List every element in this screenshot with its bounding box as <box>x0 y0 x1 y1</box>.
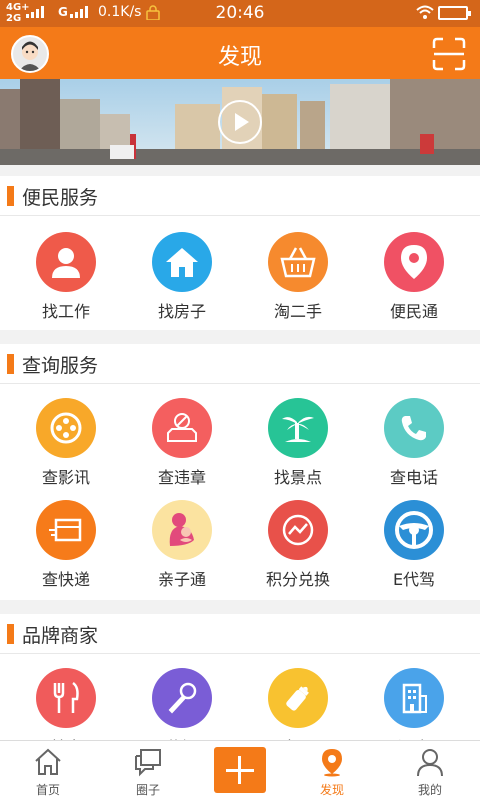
section-header: 便民服务 <box>0 176 480 216</box>
section-title: 便民服务 <box>22 187 99 209</box>
service-attractions[interactable]: 找景点 <box>238 398 358 498</box>
service-parent-child[interactable]: 亲子通 <box>122 500 242 600</box>
tab-label: 发现 <box>319 783 344 797</box>
section-brands: 品牌商家 美食 休闲 亲子 酒店 <box>0 614 480 740</box>
section-title: 查询服务 <box>22 355 99 377</box>
banner-video[interactable] <box>0 79 480 165</box>
brand-kids[interactable]: 亲子 <box>238 668 358 740</box>
service-find-house[interactable]: 找房子 <box>122 232 242 332</box>
delivery-box-icon <box>36 500 96 560</box>
add-post-button[interactable] <box>214 747 266 793</box>
section-accent-bar <box>7 354 14 374</box>
palm-tree-icon <box>268 398 328 458</box>
play-button[interactable] <box>218 100 262 144</box>
points-exchange-icon <box>268 500 328 560</box>
service-phone[interactable]: 查电话 <box>354 398 474 498</box>
service-label: 找景点 <box>273 468 322 487</box>
battery-icon <box>438 6 471 20</box>
clock: 20:46 <box>215 3 265 23</box>
service-express[interactable]: 查快递 <box>6 500 126 600</box>
steering-wheel-icon <box>384 500 444 560</box>
service-points[interactable]: 积分兑换 <box>238 500 358 600</box>
section-title: 品牌商家 <box>22 625 99 647</box>
app-header: 发现 <box>0 27 480 79</box>
service-movies[interactable]: 查影讯 <box>6 398 126 498</box>
service-label: 查快递 <box>41 570 90 589</box>
service-convenience[interactable]: 便民通 <box>354 232 474 332</box>
tab-discover[interactable]: 发现 <box>284 741 380 800</box>
service-label: 找工作 <box>41 302 90 321</box>
tab-label: 首页 <box>35 783 60 797</box>
car-violation-icon <box>152 398 212 458</box>
service-label: 查影讯 <box>41 468 90 487</box>
brand-food[interactable]: 美食 <box>6 668 126 740</box>
status-bar: 4G+ 2G G 0.1K/s 20:46 <box>0 0 480 27</box>
service-violations[interactable]: 查违章 <box>122 398 242 498</box>
section-accent-bar <box>7 624 14 644</box>
baby-bottle-icon <box>268 668 328 728</box>
discover-pin-icon <box>322 749 342 777</box>
service-label: E代驾 <box>392 570 436 589</box>
service-label: 查电话 <box>389 468 438 487</box>
section-header: 查询服务 <box>0 344 480 384</box>
section-query: 查询服务 查影讯 查违章 找景点 查电话 查快递 亲子通 积分兑换 E代驾 <box>0 344 480 600</box>
tab-label: 我的 <box>417 783 442 797</box>
service-label: 查违章 <box>157 468 206 487</box>
service-label: 找房子 <box>157 302 206 321</box>
location-pin-icon <box>384 232 444 292</box>
section-header: 品牌商家 <box>0 614 480 654</box>
service-find-job[interactable]: 找工作 <box>6 232 126 332</box>
building-icon <box>384 668 444 728</box>
service-label: 淘二手 <box>273 302 322 321</box>
scan-icon[interactable] <box>432 37 466 71</box>
tab-home[interactable]: 首页 <box>0 741 96 800</box>
wifi-icon <box>416 5 434 19</box>
phone-icon <box>384 398 444 458</box>
tab-label: 圈子 <box>135 783 160 797</box>
home-icon <box>35 748 61 775</box>
microphone-icon <box>152 668 212 728</box>
fork-knife-icon <box>36 668 96 728</box>
service-driver[interactable]: E代驾 <box>354 500 474 600</box>
bottom-tab-bar: 首页 圈子 发现 我的 <box>0 740 480 800</box>
brand-leisure[interactable]: 休闲 <box>122 668 242 740</box>
tab-circle[interactable]: 圈子 <box>100 741 196 800</box>
person-icon <box>36 232 96 292</box>
film-reel-icon <box>36 398 96 458</box>
page-title: 发现 <box>217 45 262 70</box>
tab-mine[interactable]: 我的 <box>382 741 478 800</box>
section-accent-bar <box>7 186 14 206</box>
service-second-hand[interactable]: 淘二手 <box>238 232 358 332</box>
chat-icon <box>135 749 161 777</box>
brand-hotel[interactable]: 酒店 <box>354 668 474 740</box>
play-icon <box>235 113 249 131</box>
parent-child-icon <box>152 500 212 560</box>
service-label: 亲子通 <box>157 570 206 589</box>
person-outline-icon <box>417 749 443 777</box>
section-convenience: 便民服务 找工作 找房子 淘二手 便民通 <box>0 176 480 330</box>
basket-icon <box>268 232 328 292</box>
service-label: 便民通 <box>389 302 438 321</box>
house-icon <box>152 232 212 292</box>
service-label: 积分兑换 <box>265 570 330 589</box>
